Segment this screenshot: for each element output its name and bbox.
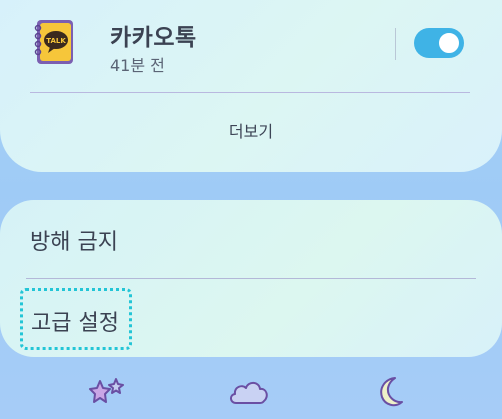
notification-toggle[interactable] bbox=[414, 28, 464, 58]
stars-icon[interactable] bbox=[86, 375, 128, 409]
notification-time: 41분 전 bbox=[110, 56, 165, 75]
kakaotalk-app-icon: TALK bbox=[32, 18, 76, 66]
cloud-icon[interactable] bbox=[227, 377, 271, 407]
divider bbox=[30, 92, 470, 93]
more-button[interactable]: 더보기 bbox=[0, 118, 502, 142]
moon-icon[interactable] bbox=[372, 374, 408, 410]
advanced-settings-item[interactable]: 고급 설정 bbox=[20, 288, 132, 350]
do-not-disturb-item[interactable]: 방해 금지 bbox=[30, 224, 118, 256]
notification-settings-screen: TALK 카카오톡 41분 전 더보기 방해 금지 고급 설정 bbox=[0, 0, 502, 419]
app-icon-text: TALK bbox=[46, 37, 66, 45]
divider bbox=[26, 278, 476, 279]
kakaotalk-row[interactable]: TALK 카카오톡 41분 전 bbox=[0, 0, 502, 92]
toggle-knob bbox=[437, 31, 461, 55]
vertical-divider bbox=[395, 28, 396, 60]
app-notification-card: TALK 카카오톡 41분 전 더보기 bbox=[0, 0, 502, 172]
app-name: 카카오톡 bbox=[110, 25, 197, 51]
